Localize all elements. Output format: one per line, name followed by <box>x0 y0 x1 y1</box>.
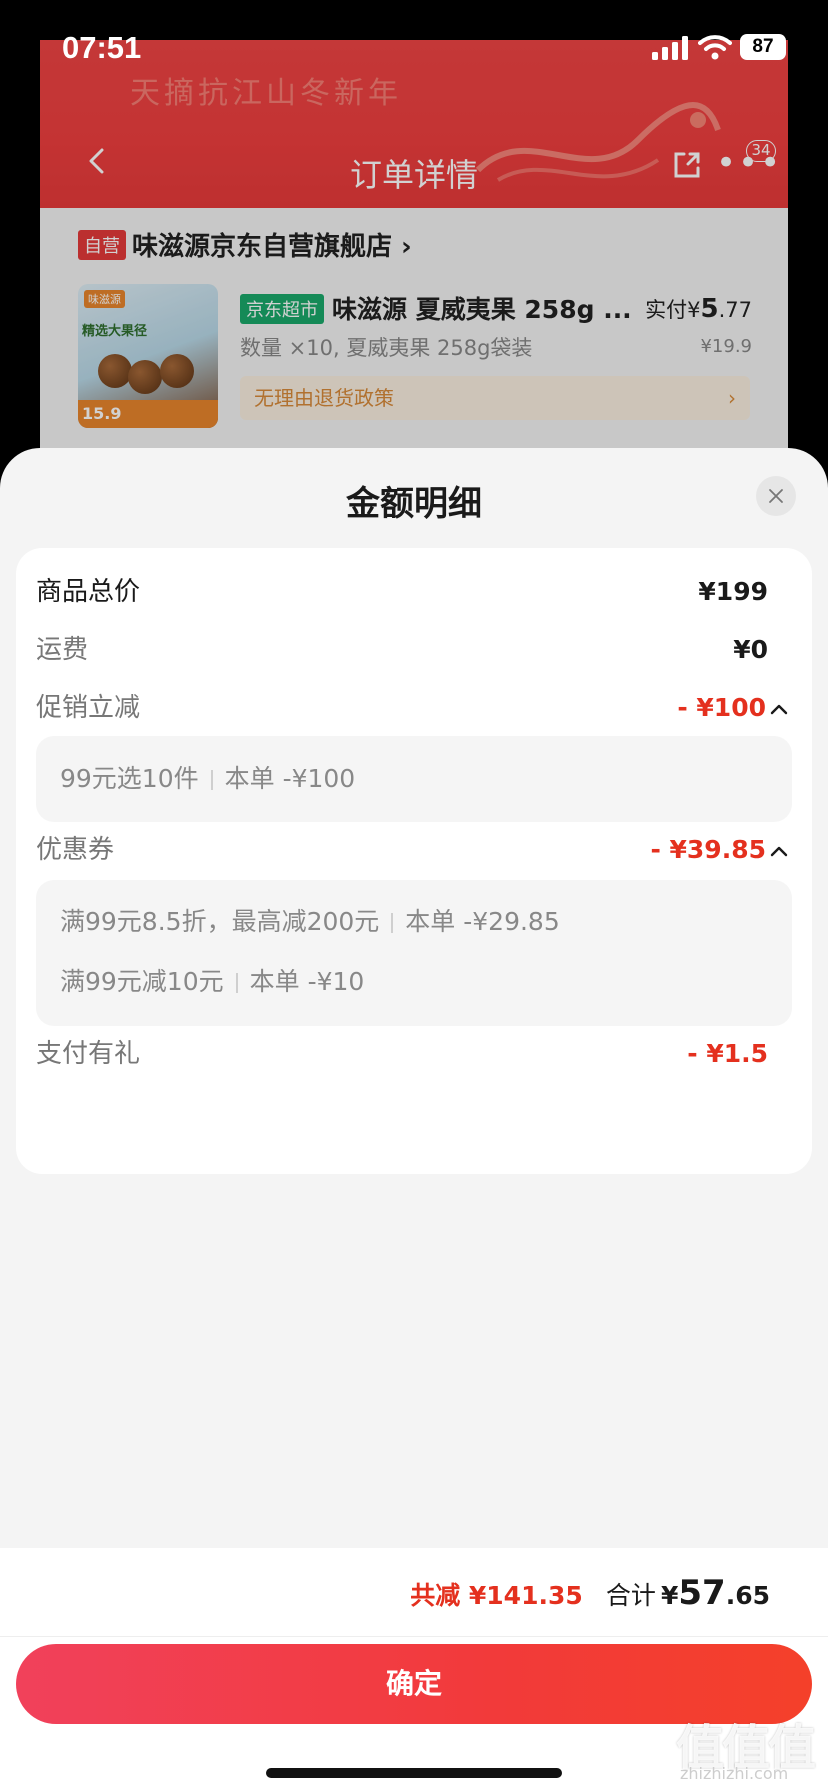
coupon-row[interactable]: 优惠券 - ¥39.85 <box>36 830 788 870</box>
wifi-icon <box>698 35 732 60</box>
goods-total-row: 商品总价 ¥199 <box>36 572 788 612</box>
total-integer: 57 <box>678 1573 726 1613</box>
promo-detail-line: 99元选10件 本单 -¥100 <box>60 764 356 793</box>
chevron-up-icon <box>770 846 788 857</box>
pay-gift-label: 支付有礼 <box>36 1039 141 1069</box>
total-label: 合计 <box>605 1581 656 1610</box>
shipping-row: 运费 ¥0 <box>36 630 788 670</box>
close-icon <box>769 489 783 503</box>
sheet-title: 金额明细 <box>346 484 482 524</box>
cellular-signal-icon <box>652 36 688 60</box>
pay-gift-row: 支付有礼 - ¥1.5 <box>36 1034 788 1074</box>
promo-row[interactable]: 促销立减 - ¥100 <box>36 688 788 728</box>
coupon-detail-line: 满99元8.5折，最高减200元 本单 -¥29.85 <box>60 907 560 936</box>
chevron-up-icon <box>770 704 788 715</box>
status-bar: 07:51 87 <box>0 0 828 80</box>
divider <box>0 1636 828 1637</box>
status-time: 07:51 <box>62 30 142 65</box>
total-summary: 共减 ¥141.35 合计 ¥57.65 <box>410 1568 770 1618</box>
goods-total-label: 商品总价 <box>36 577 141 607</box>
promo-detail-box: 99元选10件 本单 -¥100 <box>36 736 792 822</box>
pay-gift-value: - ¥1.5 <box>687 1039 768 1068</box>
coupon-detail-box: 满99元8.5折，最高减200元 本单 -¥29.85 满99元减10元 本单 -¥… <box>36 880 792 1026</box>
amount-breakdown-card: 商品总价 ¥199 运费 ¥0 促销立减 - ¥100 99元选10件 本单 -¥… <box>16 548 812 1174</box>
coupon-label: 优惠券 <box>36 835 115 865</box>
coupon-value[interactable]: - ¥39.85 <box>650 830 788 870</box>
total-decimal: .65 <box>725 1581 770 1610</box>
coupon-detail-line: 满99元减10元 本单 -¥10 <box>60 967 365 996</box>
amount-detail-sheet: 金额明细 商品总价 ¥199 运费 ¥0 促销立减 - ¥100 99元选10件… <box>0 448 828 1792</box>
shipping-label: 运费 <box>36 635 89 665</box>
shipping-value: ¥0 <box>733 635 768 664</box>
watermark-url: zhizhizhi.com <box>680 1764 789 1783</box>
divider <box>391 913 394 933</box>
goods-total-value: ¥199 <box>698 577 768 606</box>
total-saved: 共减 ¥141.35 <box>410 1581 583 1610</box>
home-indicator[interactable] <box>266 1768 562 1778</box>
promo-value[interactable]: - ¥100 <box>677 688 788 728</box>
battery-indicator: 87 <box>740 34 786 60</box>
sheet-footer: 共减 ¥141.35 合计 ¥57.65 确定 值值值 zhizhizhi.co… <box>0 1548 828 1792</box>
close-button[interactable] <box>756 476 796 516</box>
total-currency: ¥ <box>660 1581 679 1610</box>
divider <box>235 973 238 993</box>
promo-label: 促销立减 <box>36 693 141 723</box>
divider <box>210 770 213 790</box>
